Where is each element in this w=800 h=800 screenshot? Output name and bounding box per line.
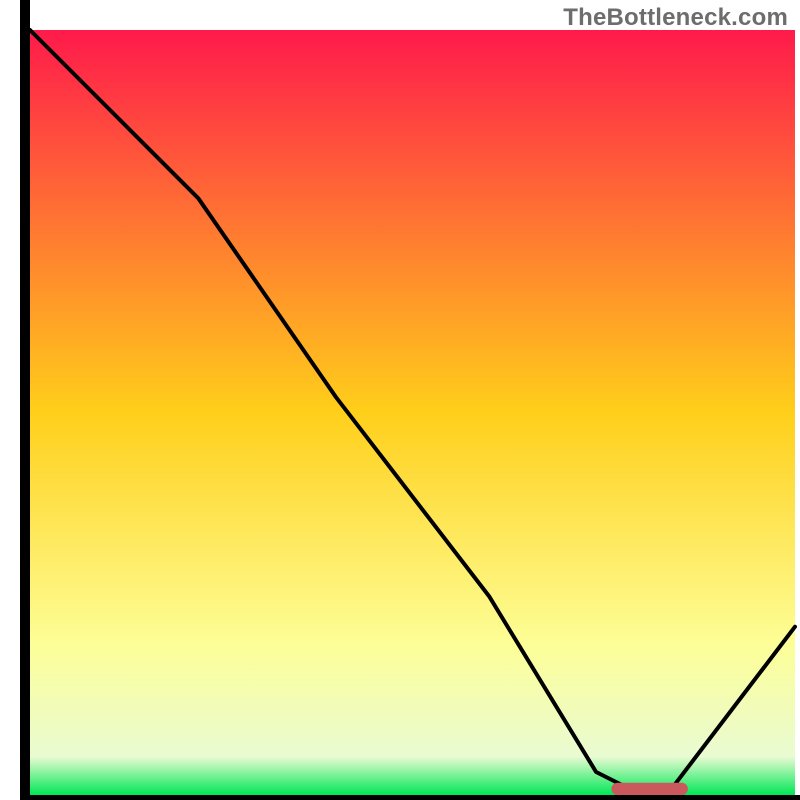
optimal-range-marker: [611, 783, 688, 795]
chart-frame: TheBottleneck.com: [0, 0, 800, 800]
bottleneck-chart: [0, 0, 800, 800]
